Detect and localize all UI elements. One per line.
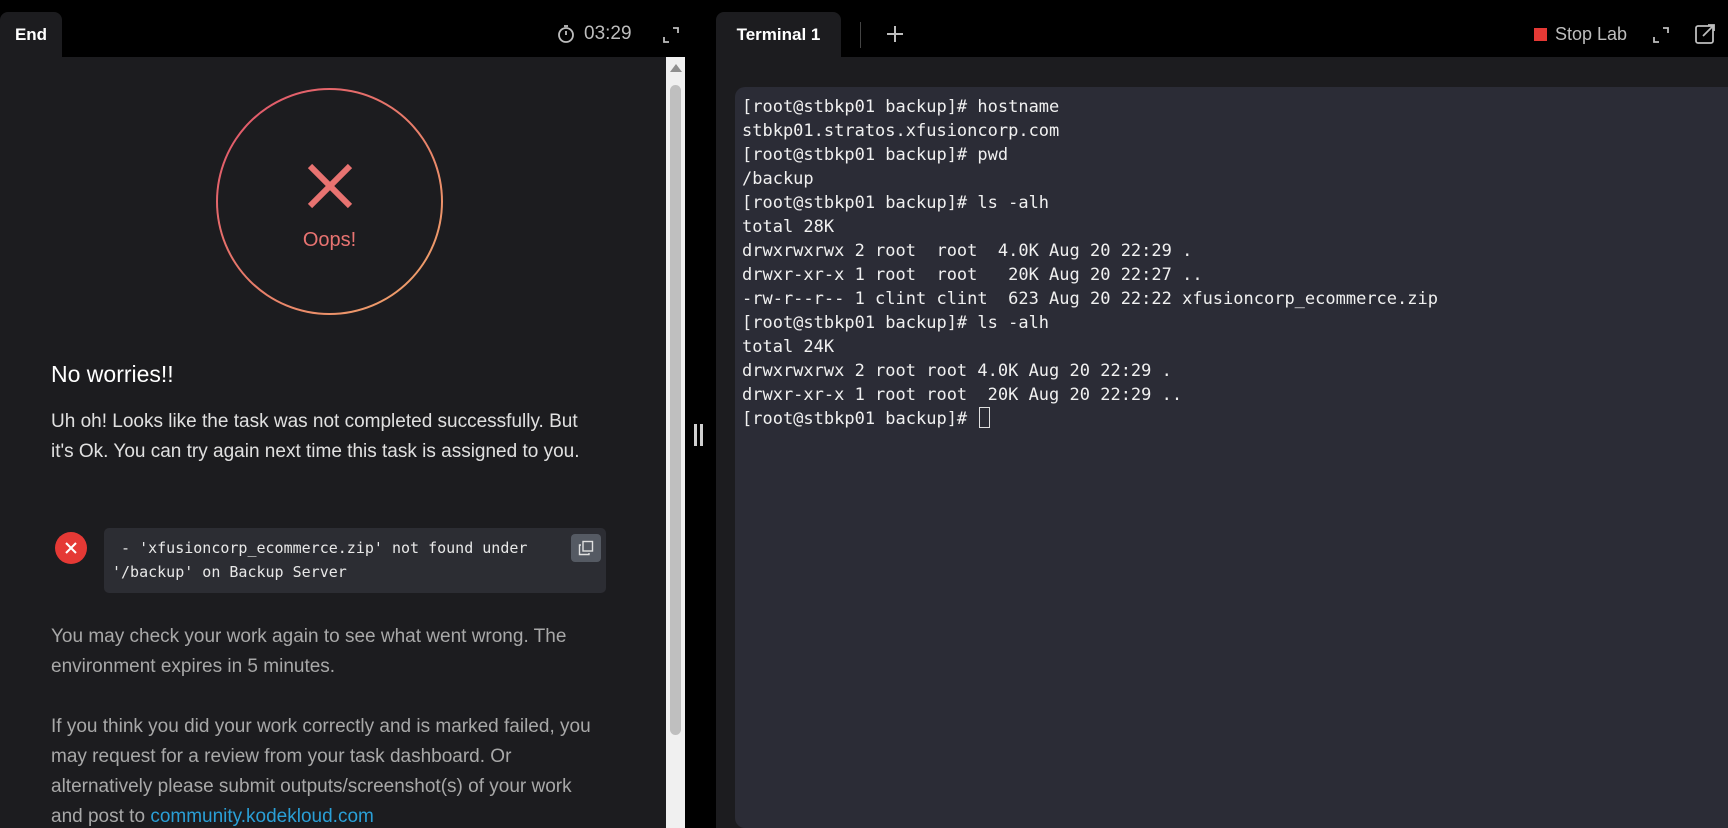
scroll-thumb[interactable] <box>670 85 681 735</box>
stop-icon <box>1534 27 1547 41</box>
stop-lab-button[interactable]: Stop Lab <box>1534 22 1627 46</box>
community-link[interactable]: community.kodekloud.com <box>150 806 374 827</box>
left-tab-bar: End 03:29 <box>0 0 685 57</box>
terminal-line: total 24K <box>742 337 835 357</box>
tab-end[interactable]: End <box>0 12 62 57</box>
result-ring: Oops! <box>216 88 443 315</box>
copy-button[interactable] <box>571 534 601 562</box>
open-external-icon[interactable] <box>1694 23 1716 45</box>
terminal-line: total 28K <box>742 217 835 237</box>
left-scrollbar[interactable] <box>666 57 685 828</box>
terminal-line: /backup <box>742 169 814 189</box>
scroll-up-arrow-icon[interactable] <box>670 64 682 72</box>
pane-resize-handle[interactable] <box>694 424 706 446</box>
error-line: - 'xfusioncorp_ecommerce.zip' not found … <box>112 539 528 557</box>
task-result-panel: Oops! No worries!! Uh oh! Looks like the… <box>0 57 666 828</box>
terminal-line: stbkp01.stratos.xfusioncorp.com <box>742 121 1060 141</box>
result-heading: No worries!! <box>51 361 174 387</box>
error-badge <box>55 532 87 564</box>
review-text: If you think you did your work correctly… <box>51 712 591 828</box>
error-detail-box: - 'xfusioncorp_ecommerce.zip' not found … <box>104 528 606 593</box>
terminal-line: drwxr-xr-x 1 root root 20K Aug 20 22:29 … <box>742 385 1183 405</box>
terminal-line: [root@stbkp01 backup]# pwd <box>742 145 1009 165</box>
terminal-line: [root@stbkp01 backup]# ls -alh <box>742 313 1050 333</box>
stopwatch-icon <box>558 25 574 43</box>
result-message: Uh oh! Looks like the task was not compl… <box>51 411 580 462</box>
terminal-line: drwxrwxrwx 2 root root 4.0K Aug 20 22:29… <box>742 241 1193 261</box>
terminal-line: drwxr-xr-x 1 root root 20K Aug 20 22:27 … <box>742 265 1203 285</box>
close-icon <box>65 542 77 554</box>
terminal-line: drwxrwxrwx 2 root root 4.0K Aug 20 22:29… <box>742 361 1172 381</box>
terminal-line: -rw-r--r-- 1 clint clint 623 Aug 20 22:2… <box>742 289 1438 309</box>
failure-x-icon <box>307 163 353 209</box>
terminal-prompt: [root@stbkp01 backup]# <box>742 409 978 429</box>
error-line: '/backup' on Backup Server <box>112 563 347 581</box>
oops-label: Oops! <box>302 229 357 251</box>
terminal-prompt-line: [root@stbkp01 backup]# <box>742 407 1728 431</box>
terminal-cursor <box>979 407 991 428</box>
terminal-line: [root@stbkp01 backup]# ls -alh <box>742 193 1050 213</box>
plus-icon[interactable] <box>884 23 906 45</box>
terminal-line: [root@stbkp01 backup]# hostname <box>742 97 1060 117</box>
tab-terminal-1[interactable]: Terminal 1 <box>716 12 841 57</box>
timer: 03:29 <box>556 22 632 46</box>
tab-separator <box>860 22 861 48</box>
check-work-text: You may check your work again to see wha… <box>51 626 567 677</box>
copy-icon <box>578 540 594 556</box>
timer-value: 03:29 <box>584 23 632 44</box>
expand-icon[interactable] <box>1651 25 1671 45</box>
stop-lab-label: Stop Lab <box>1555 23 1628 44</box>
terminal-output[interactable]: [root@stbkp01 backup]# hostname stbkp01.s… <box>735 87 1728 828</box>
expand-icon[interactable] <box>661 25 681 45</box>
